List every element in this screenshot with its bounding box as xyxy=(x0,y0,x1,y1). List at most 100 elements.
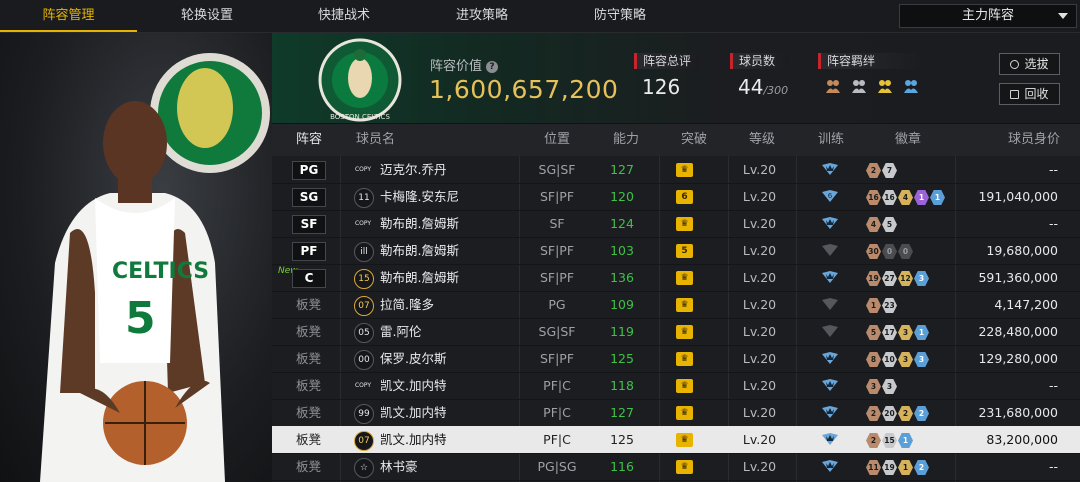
tab-quick-tactics[interactable]: 快捷战术 xyxy=(274,0,414,32)
badge-list: 2 20 2 2 xyxy=(866,404,930,421)
table-row[interactable]: 板凳 07 拉简.隆多 PG 109 ♛ Lv.20 1 23 4,147,200 xyxy=(272,291,1080,319)
badge-icon[interactable]: 0 xyxy=(882,244,897,259)
badge-icon[interactable]: 2 xyxy=(914,406,929,421)
badge-icon[interactable]: 3 xyxy=(898,352,913,367)
col-lineup[interactable]: 阵容 xyxy=(296,124,322,156)
badge-icon[interactable]: 16 xyxy=(882,190,897,205)
recycle-button[interactable]: 回收 xyxy=(999,83,1060,105)
tab-lineup-management[interactable]: 阵容管理 xyxy=(0,0,137,32)
training-icon[interactable] xyxy=(820,162,840,176)
col-badges[interactable]: 徽章 xyxy=(895,124,921,156)
table-row[interactable]: New C 15 勒布朗.詹姆斯 SF|PF 136 ♛ Lv.20 19 27 12 3 591,36… xyxy=(272,264,1080,292)
badge-icon[interactable]: 2 xyxy=(866,406,881,421)
col-breakthrough[interactable]: 突破 xyxy=(681,124,707,156)
training-icon[interactable] xyxy=(820,243,840,257)
badge-icon[interactable]: 10 xyxy=(882,352,897,367)
breakthrough-icon[interactable]: 6 xyxy=(676,190,693,204)
badge-icon[interactable]: 17 xyxy=(882,325,897,340)
training-icon[interactable] xyxy=(820,432,840,446)
badge-icon[interactable]: 3 xyxy=(882,379,897,394)
badge-icon[interactable]: 19 xyxy=(882,460,897,475)
chemistry-silver-icon[interactable] xyxy=(850,77,868,95)
badge-icon[interactable]: 12 xyxy=(898,271,913,286)
table-row[interactable]: 板凳 ☆ 林书豪 PG|SG 116 ♛ Lv.20 11 19 1 2 -- xyxy=(272,453,1080,481)
breakthrough-icon[interactable]: ♛ xyxy=(676,217,693,231)
breakthrough-icon[interactable]: ♛ xyxy=(676,379,693,393)
badge-icon[interactable]: 7 xyxy=(882,163,897,178)
tab-offense-strategy[interactable]: 进攻策略 xyxy=(412,0,552,32)
badge-icon[interactable]: 4 xyxy=(866,217,881,232)
training-icon[interactable] xyxy=(820,378,840,392)
badge-icon[interactable]: 5 xyxy=(882,217,897,232)
breakthrough-icon[interactable]: ♛ xyxy=(676,406,693,420)
breakthrough-icon[interactable]: ♛ xyxy=(676,271,693,285)
player-ability: 109 xyxy=(610,297,634,312)
table-row[interactable]: PF ill 勒布朗.詹姆斯 SF|PF 103 5 Lv.20 30 0 0 19,680,000 xyxy=(272,237,1080,265)
chemistry-blue-icon[interactable] xyxy=(902,77,920,95)
badge-icon[interactable]: 23 xyxy=(882,298,897,313)
training-icon[interactable] xyxy=(820,270,840,284)
chemistry-gold-icon[interactable] xyxy=(876,77,894,95)
col-level[interactable]: 等级 xyxy=(749,124,775,156)
breakthrough-icon[interactable]: ♛ xyxy=(676,433,693,447)
training-icon[interactable] xyxy=(820,297,840,311)
breakthrough-icon[interactable]: ♛ xyxy=(676,298,693,312)
training-icon[interactable] xyxy=(820,459,840,473)
table-row[interactable]: 板凳 99 凯文.加内特 PF|C 127 ♛ Lv.20 2 20 2 2 231,680,000 xyxy=(272,399,1080,427)
training-icon[interactable] xyxy=(820,351,840,365)
table-row[interactable]: PG COPY 迈克尔.乔丹 SG|SF 127 ♛ Lv.20 2 7 -- xyxy=(272,156,1080,184)
training-icon[interactable] xyxy=(820,324,840,338)
badge-icon[interactable]: 2 xyxy=(898,406,913,421)
breakthrough-icon[interactable]: ♛ xyxy=(676,460,693,474)
badge-icon[interactable]: 1 xyxy=(914,190,929,205)
table-row[interactable]: SF COPY 勒布朗.詹姆斯 SF 124 ♛ Lv.20 4 5 -- xyxy=(272,210,1080,238)
draft-button[interactable]: 选拔 xyxy=(999,53,1060,75)
tab-rotation-settings[interactable]: 轮换设置 xyxy=(137,0,277,32)
badge-icon[interactable]: 1 xyxy=(930,190,945,205)
badge-icon[interactable]: 1 xyxy=(866,298,881,313)
breakthrough-icon[interactable]: 5 xyxy=(676,244,693,258)
player-position: SF|PF xyxy=(539,189,575,204)
chemistry-bronze-icon[interactable] xyxy=(824,77,842,95)
col-name[interactable]: 球员名 xyxy=(356,124,395,156)
breakthrough-icon[interactable]: ♛ xyxy=(676,163,693,177)
col-ability[interactable]: 能力 xyxy=(613,124,639,156)
badge-icon[interactable]: 15 xyxy=(882,433,897,448)
badge-icon[interactable]: 8 xyxy=(866,352,881,367)
col-salary[interactable]: 球员身价 xyxy=(1008,124,1060,156)
training-icon[interactable] xyxy=(820,216,840,230)
badge-icon[interactable]: 11 xyxy=(866,460,881,475)
table-row[interactable]: 板凳 07 凯文.加内特 PF|C 125 ♛ Lv.20 2 15 1 83,200,000 xyxy=(272,426,1080,454)
badge-icon[interactable]: 2 xyxy=(866,433,881,448)
breakthrough-icon[interactable]: ♛ xyxy=(676,352,693,366)
badge-icon[interactable]: 30 xyxy=(866,244,881,259)
badge-icon[interactable]: 3 xyxy=(866,379,881,394)
training-icon[interactable]: 6 xyxy=(820,189,840,203)
col-position[interactable]: 位置 xyxy=(544,124,570,156)
training-icon[interactable] xyxy=(820,405,840,419)
badge-icon[interactable]: 20 xyxy=(882,406,897,421)
table-row[interactable]: SG 11 卡梅隆.安东尼 SF|PF 120 6 Lv.20 6 16 16 4 1 1 191,040… xyxy=(272,183,1080,211)
badge-icon[interactable]: 1 xyxy=(898,433,913,448)
badge-icon[interactable]: 0 xyxy=(898,244,913,259)
badge-icon[interactable]: 19 xyxy=(866,271,881,286)
col-training[interactable]: 训练 xyxy=(818,124,844,156)
badge-icon[interactable]: 1 xyxy=(898,460,913,475)
lineup-dropdown[interactable]: 主力阵容 xyxy=(899,4,1077,28)
badge-icon[interactable]: 27 xyxy=(882,271,897,286)
table-row[interactable]: 板凳 COPY 凯文.加内特 PF|C 118 ♛ Lv.20 3 3 -- xyxy=(272,372,1080,400)
badge-icon[interactable]: 2 xyxy=(914,460,929,475)
badge-icon[interactable]: 4 xyxy=(898,190,913,205)
tab-defense-strategy[interactable]: 防守策略 xyxy=(550,0,690,32)
badge-icon[interactable]: 16 xyxy=(866,190,881,205)
badge-icon[interactable]: 3 xyxy=(914,271,929,286)
table-row[interactable]: 板凳 05 雷.阿伦 SG|SF 119 ♛ Lv.20 5 17 3 1 228,480,000 xyxy=(272,318,1080,346)
help-icon[interactable]: ? xyxy=(486,61,499,73)
badge-icon[interactable]: 2 xyxy=(866,163,881,178)
badge-icon[interactable]: 1 xyxy=(914,325,929,340)
badge-icon[interactable]: 3 xyxy=(914,352,929,367)
breakthrough-icon[interactable]: ♛ xyxy=(676,325,693,339)
badge-icon[interactable]: 3 xyxy=(898,325,913,340)
table-row[interactable]: 板凳 00 保罗.皮尔斯 SF|PF 125 ♛ Lv.20 8 10 3 3 129,280,000 xyxy=(272,345,1080,373)
badge-icon[interactable]: 5 xyxy=(866,325,881,340)
